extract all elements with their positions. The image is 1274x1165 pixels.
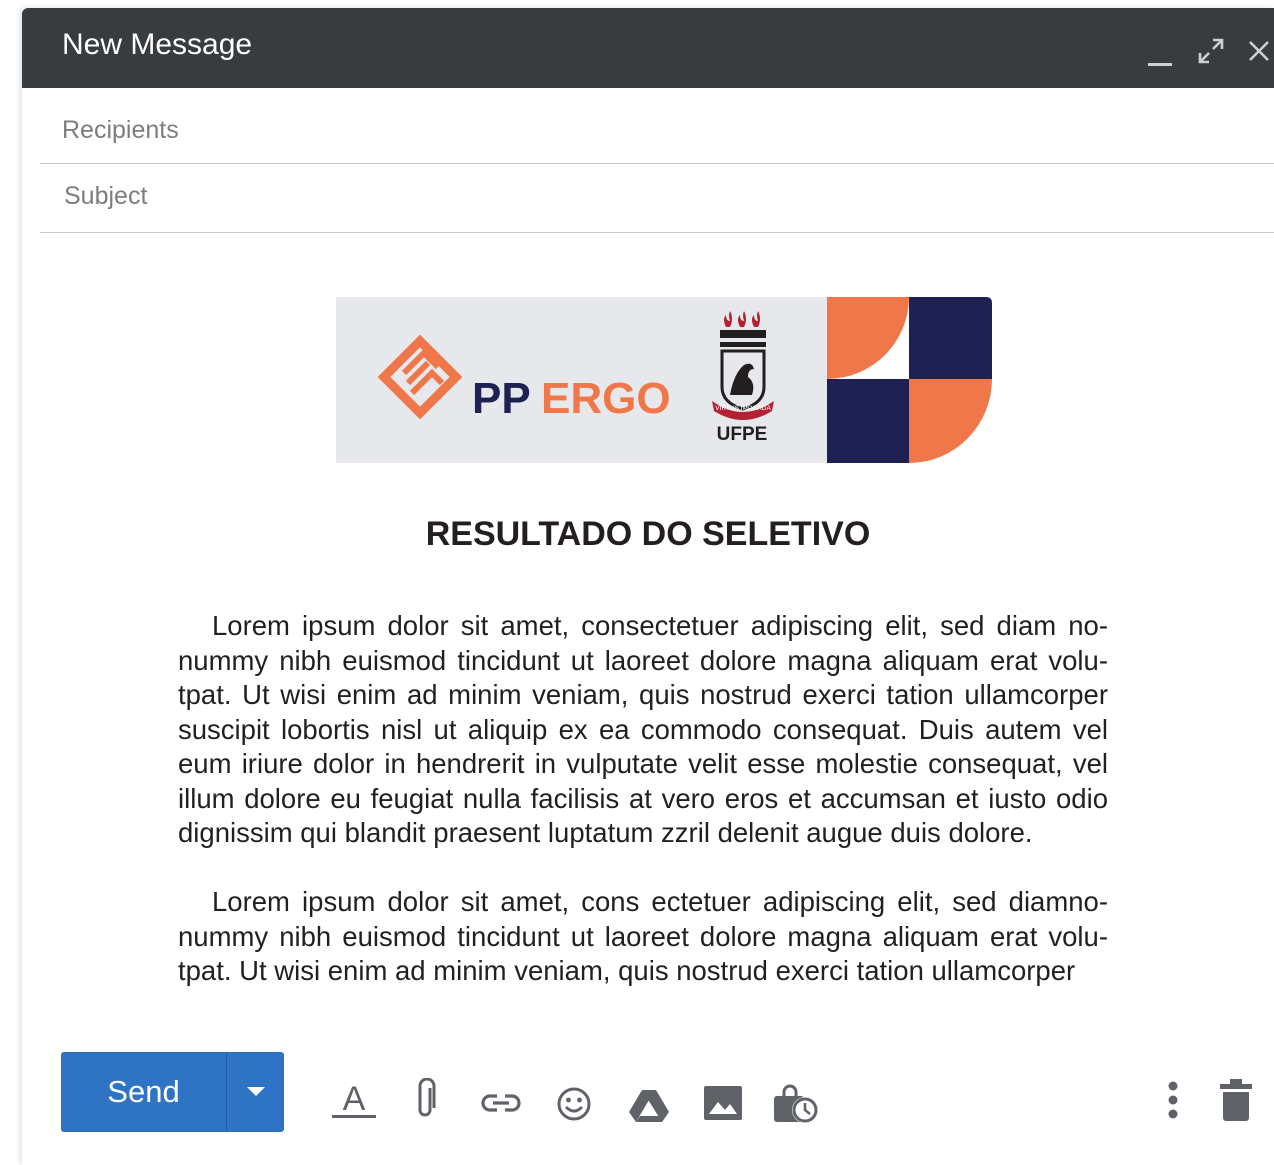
link-icon[interactable]	[479, 1092, 523, 1114]
attach-icon[interactable]	[415, 1078, 437, 1122]
subject-input[interactable]	[64, 182, 1274, 211]
message-paragraph-2: Lorem ipsum dolor sit amet, cons ectetue…	[178, 886, 1108, 986]
banner-pattern	[827, 297, 992, 463]
logo-text-ergo: ERGO	[541, 374, 671, 423]
message-paragraph-1: Lorem ipsum dolor sit amet, consectetuer…	[178, 610, 1108, 848]
photo-icon[interactable]	[704, 1086, 742, 1122]
ppergo-banner: PP ERGO VIRTUS IMPAVIDA UFPE	[336, 297, 992, 463]
compose-titlebar[interactable]: New Message	[22, 8, 1274, 88]
recipients-input[interactable]	[62, 116, 1274, 145]
subject-field[interactable]	[40, 182, 1274, 233]
expand-icon[interactable]	[1198, 38, 1224, 64]
recipients-field[interactable]	[40, 116, 1274, 164]
compose-window: New Message PP ERGO	[22, 8, 1274, 1165]
seal-motto: VIRTUS IMPAVIDA	[715, 405, 771, 412]
minimize-icon[interactable]	[1148, 38, 1172, 68]
dropdown-arrow-icon	[246, 1087, 265, 1096]
window-title: New Message	[62, 28, 253, 61]
send-options-button[interactable]	[227, 1052, 284, 1132]
close-icon[interactable]	[1248, 40, 1270, 62]
trash-icon[interactable]	[1220, 1078, 1252, 1122]
logo-text-pp: PP	[472, 374, 531, 423]
university-label: UFPE	[717, 424, 768, 445]
drive-icon[interactable]	[629, 1089, 669, 1123]
confidential-icon[interactable]	[774, 1084, 820, 1124]
message-heading: RESULTADO DO SELETIVO	[425, 515, 871, 553]
more-options-icon[interactable]	[1167, 1080, 1179, 1122]
format-letter: A	[343, 1080, 366, 1118]
send-button[interactable]: Send	[61, 1052, 226, 1132]
send-button-group: Send	[61, 1052, 284, 1132]
emoji-icon[interactable]	[556, 1086, 592, 1122]
format-text-icon[interactable]: A	[332, 1080, 376, 1120]
